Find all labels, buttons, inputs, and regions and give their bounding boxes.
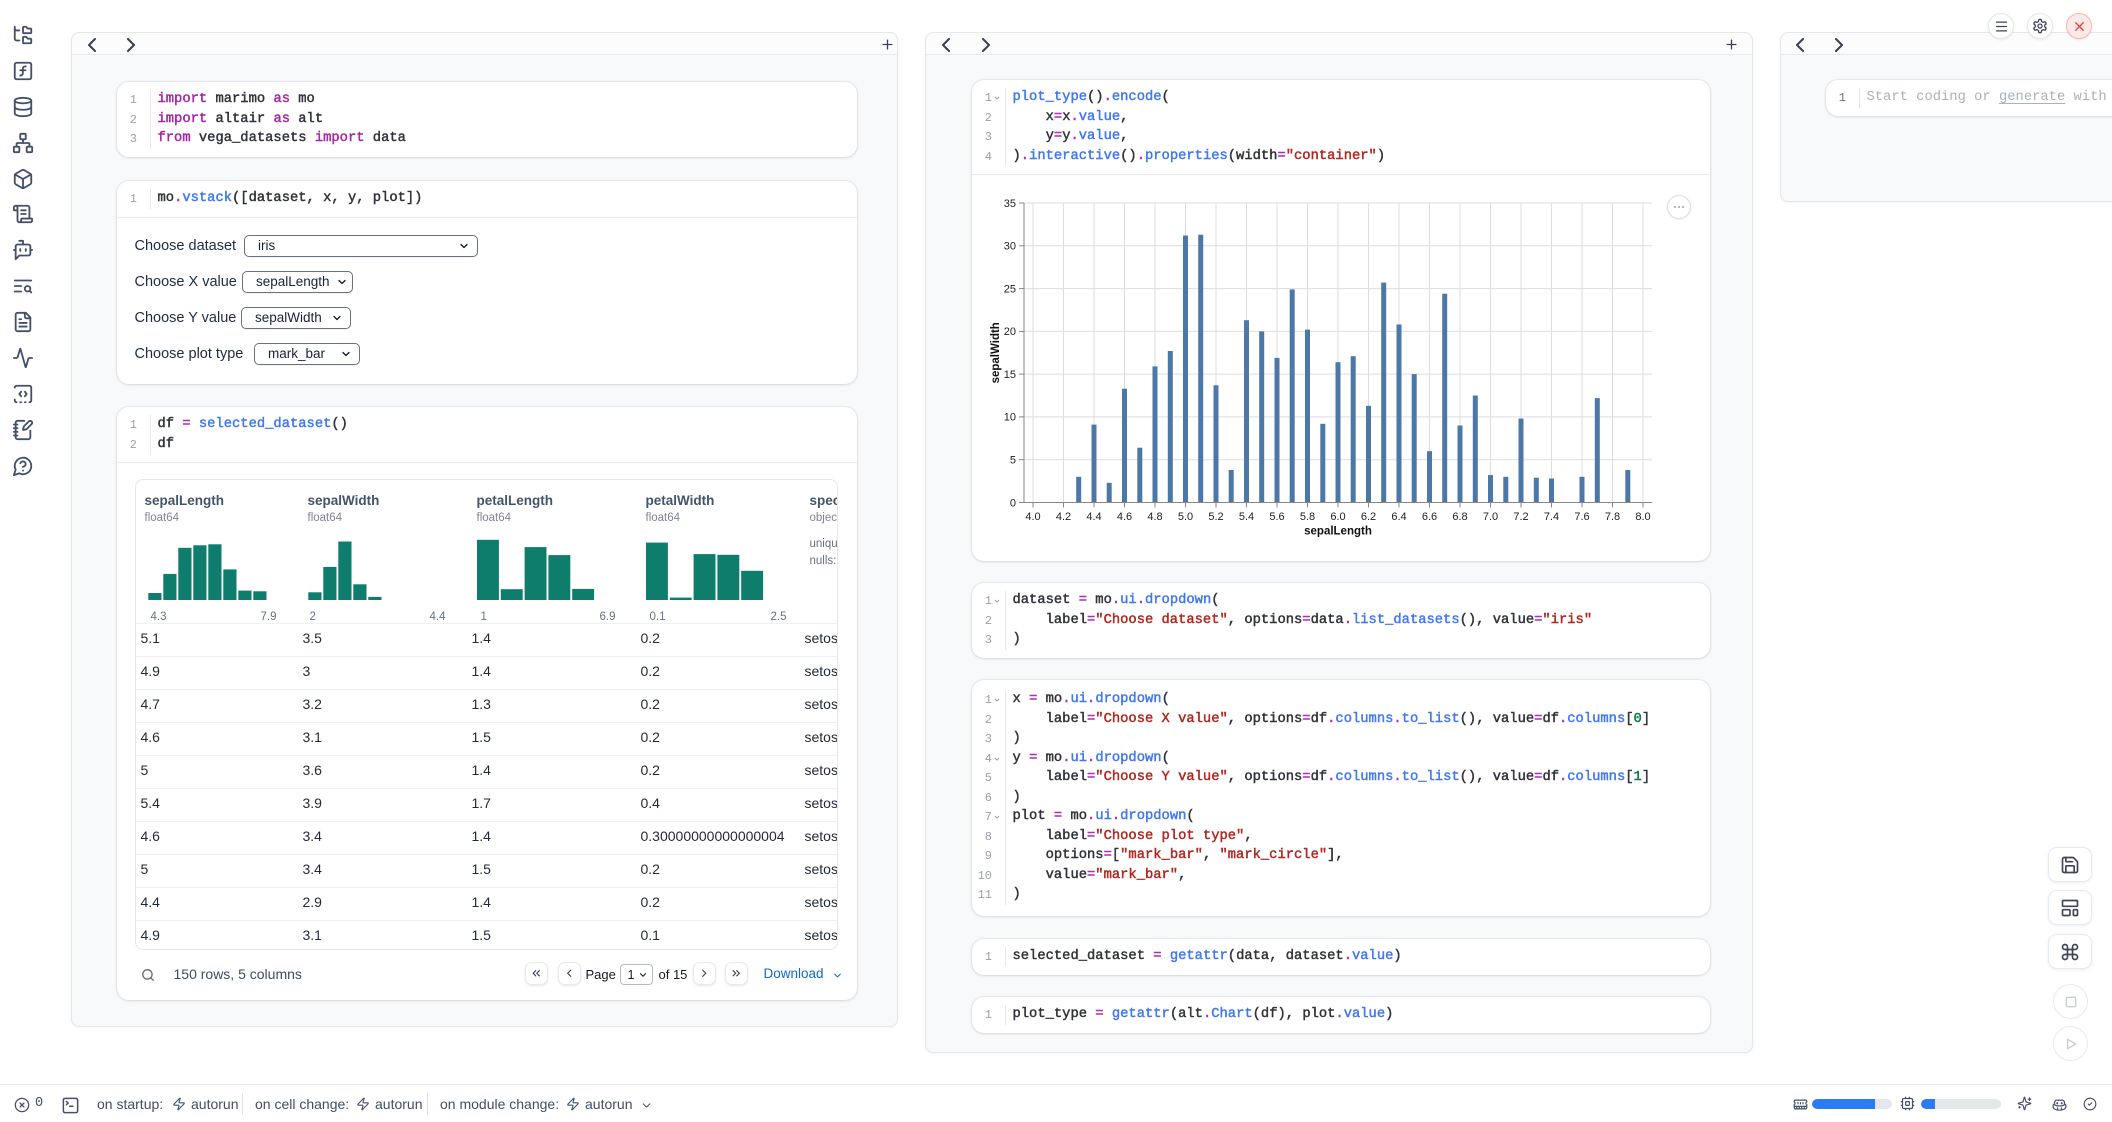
svg-text:35: 35 bbox=[1004, 198, 1016, 210]
svg-text:4.6: 4.6 bbox=[1117, 511, 1132, 523]
svg-text:6.6: 6.6 bbox=[1422, 511, 1437, 523]
svg-text:4.8: 4.8 bbox=[1147, 511, 1162, 523]
svg-text:4.0: 4.0 bbox=[1025, 511, 1040, 523]
svg-text:6.8: 6.8 bbox=[1452, 511, 1467, 523]
svg-text:7.4: 7.4 bbox=[1544, 511, 1559, 523]
svg-text:sepalWidth: sepalWidth bbox=[990, 322, 1002, 383]
svg-text:7.2: 7.2 bbox=[1513, 511, 1528, 523]
svg-text:sepalLength: sepalLength bbox=[1304, 526, 1372, 538]
svg-text:8.0: 8.0 bbox=[1635, 511, 1650, 523]
svg-text:30: 30 bbox=[1004, 241, 1016, 253]
svg-text:15: 15 bbox=[1004, 369, 1016, 381]
svg-text:5.8: 5.8 bbox=[1300, 511, 1315, 523]
svg-text:7.0: 7.0 bbox=[1483, 511, 1498, 523]
svg-text:6.0: 6.0 bbox=[1330, 511, 1345, 523]
svg-text:25: 25 bbox=[1004, 283, 1016, 295]
svg-text:5.2: 5.2 bbox=[1208, 511, 1223, 523]
svg-text:0: 0 bbox=[1010, 497, 1016, 509]
svg-text:6.2: 6.2 bbox=[1361, 511, 1376, 523]
svg-text:5.4: 5.4 bbox=[1239, 511, 1254, 523]
svg-text:5.6: 5.6 bbox=[1269, 511, 1284, 523]
svg-text:5.0: 5.0 bbox=[1178, 511, 1193, 523]
svg-text:7.6: 7.6 bbox=[1574, 511, 1589, 523]
svg-text:20: 20 bbox=[1004, 326, 1016, 338]
svg-text:4.2: 4.2 bbox=[1056, 511, 1071, 523]
svg-text:5: 5 bbox=[1010, 455, 1016, 467]
svg-text:6.4: 6.4 bbox=[1391, 511, 1406, 523]
svg-text:10: 10 bbox=[1004, 412, 1016, 424]
svg-text:4.4: 4.4 bbox=[1086, 511, 1101, 523]
svg-text:7.8: 7.8 bbox=[1605, 511, 1620, 523]
